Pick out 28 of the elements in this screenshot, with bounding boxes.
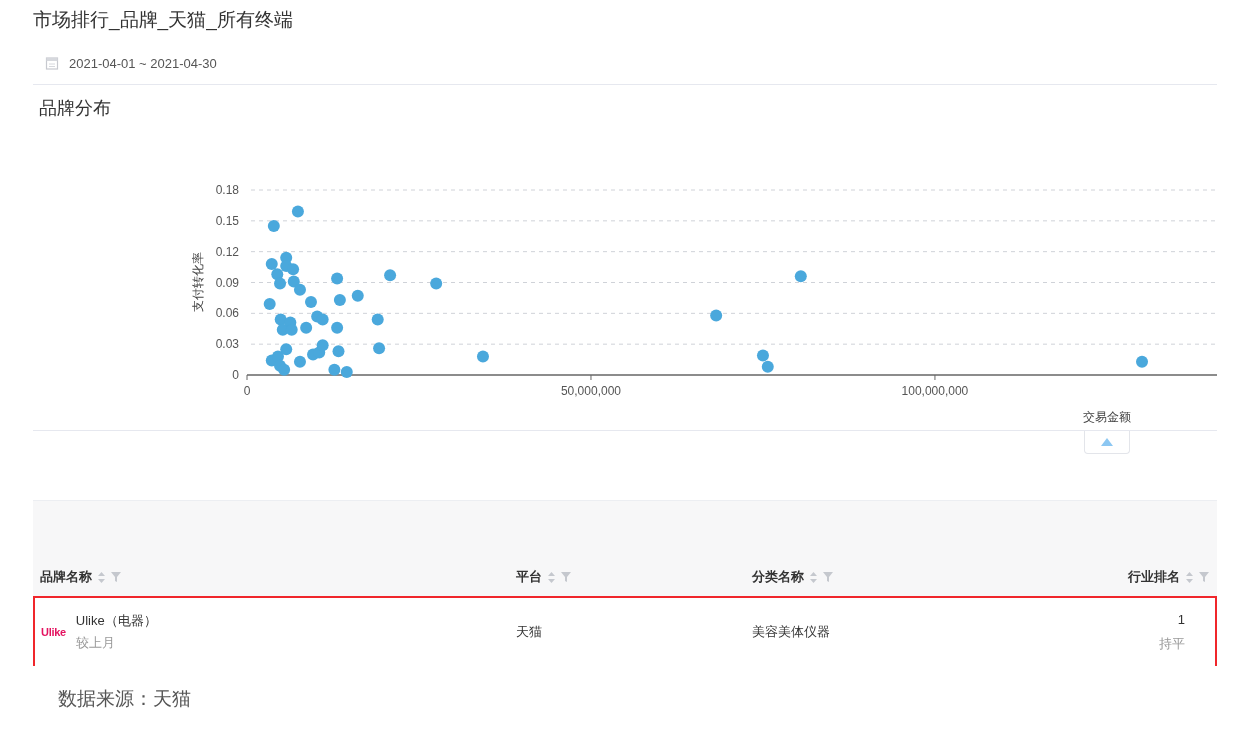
x-axis-title: 交易金额 [1083, 410, 1131, 424]
column-header[interactable]: 品牌名称 [40, 568, 92, 586]
y-tick-label: 0.09 [215, 275, 239, 290]
y-tick-label: 0.12 [215, 244, 239, 259]
table-row[interactable]: Ulike Ulike（电器） 较上月 天猫 美容美体仪器 1 持平 [33, 596, 1217, 666]
brand-name[interactable]: Ulike（电器） [75, 612, 157, 630]
table-cell-text: 美容美体仪器 [751, 623, 831, 641]
y-tick-label: 0.03 [215, 337, 239, 352]
rank-change: 持平 [1159, 634, 1185, 653]
rank-value: 1 [1177, 611, 1185, 627]
date-range[interactable]: 2021-04-01 ~ 2021-04-30 [69, 55, 217, 71]
brand-logo: Ulike [41, 626, 66, 638]
column-header[interactable]: 分类名称 [752, 568, 804, 586]
y-axis-title: 支付转化率 [191, 252, 205, 312]
section-title: 品牌分布 [38, 97, 112, 120]
y-tick-label: 0.15 [215, 213, 239, 228]
compare-label: 较上月 [75, 634, 116, 652]
y-tick-label: 0.06 [215, 306, 239, 321]
column-header[interactable]: 平台 [516, 568, 542, 586]
data-source-note: 数据来源：天猫 [58, 687, 192, 711]
x-tick-label: 0 [243, 384, 251, 398]
x-tick-label: 50,000,000 [560, 384, 621, 398]
y-tick-label: 0.18 [215, 183, 239, 197]
table-cell-text: 天猫 [515, 623, 543, 641]
column-header[interactable]: 行业排名 [1128, 568, 1180, 586]
x-tick-label: 100,000,000 [901, 384, 969, 398]
y-tick-label: 0 [232, 368, 239, 382]
report-title: 市场排行_品牌_天猫_所有终端 [33, 8, 294, 33]
